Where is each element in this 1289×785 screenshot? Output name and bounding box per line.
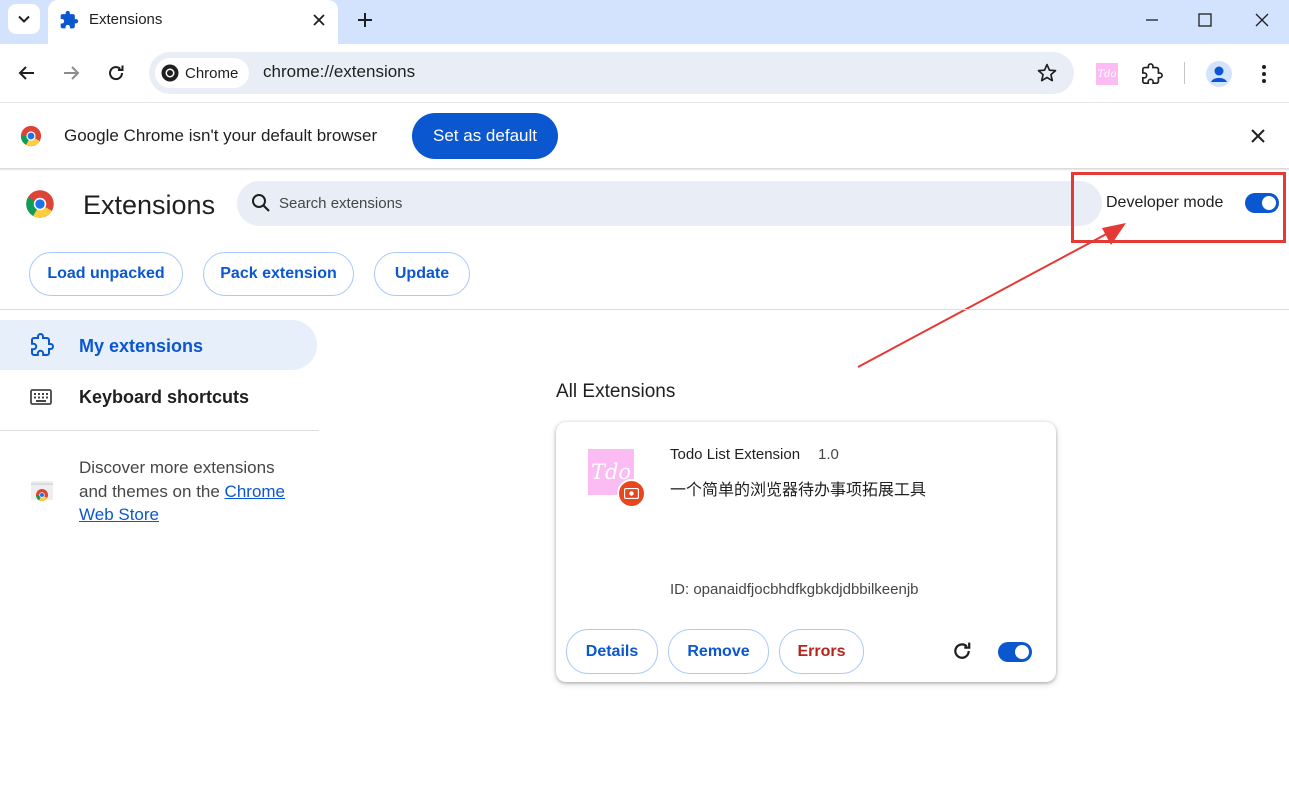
maximize-button[interactable] [1185,6,1225,34]
extension-card: Tdo Todo List Extension 1.0 一个简单的浏览器待办事项… [556,422,1056,682]
set-as-default-button[interactable]: Set as default [412,113,558,159]
tab-title: Extensions [89,11,163,28]
close-icon [1255,13,1269,27]
sidebar-divider [0,430,319,431]
chrome-logo-icon [25,189,55,219]
url-text[interactable]: chrome://extensions [263,62,415,82]
site-chip-label: Chrome [185,64,239,82]
web-store-icon [30,478,54,502]
keyboard-icon [30,389,52,405]
header-divider [0,309,1289,310]
puzzle-icon [1142,63,1163,84]
extension-name: Todo List Extension [670,446,801,463]
extension-description: 一个简单的浏览器待办事项拓展工具 [670,480,927,499]
forward-button[interactable] [56,58,86,88]
errors-button[interactable]: Errors [779,629,864,674]
discover-more-text: Discover more extensions and themes on t… [79,456,304,527]
infobar-shadow [0,168,1289,171]
close-icon[interactable] [1247,125,1269,147]
default-browser-infobar: Google Chrome isn't your default browser… [0,102,1289,168]
remove-button[interactable]: Remove [668,629,769,674]
sidebar-item-label: Keyboard shortcuts [79,387,250,407]
close-window-button[interactable] [1242,6,1282,34]
new-tab-button[interactable] [351,6,379,34]
reload-icon [109,65,124,81]
sidebar-item-label: My extensions [79,336,204,356]
maximize-icon [1198,13,1212,27]
section-title: All Extensions [556,381,676,402]
reload-button[interactable] [101,58,131,88]
puzzle-icon [59,10,79,30]
more-vert-icon [1262,65,1266,83]
site-info-chip[interactable]: Chrome [155,58,249,88]
search-icon [251,193,271,213]
infobar-message: Google Chrome isn't your default browser [64,126,378,145]
tab-strip: Extensions [0,0,1289,44]
extension-id: ID: opanaidfjocbhdfkgbkdjdbbilkeenjb [670,581,919,598]
minimize-button[interactable] [1132,6,1172,34]
close-tab-icon[interactable] [308,9,330,31]
extension-outline-icon [30,333,54,357]
chevron-down-icon [18,15,30,23]
menu-button[interactable] [1251,61,1277,87]
sidebar-item-my-extensions[interactable]: My extensions [0,320,317,370]
todo-extension-toolbar-icon[interactable]: Tdo [1094,61,1120,87]
extensions-menu-button[interactable] [1139,61,1165,87]
active-tab[interactable]: Extensions [48,0,338,44]
arrow-right-icon [64,66,80,80]
address-bar[interactable]: Chrome chrome://extensions [149,52,1074,94]
back-button[interactable] [12,58,42,88]
extension-version: 1.0 [818,446,839,463]
avatar-icon [1206,61,1232,87]
plus-icon [358,13,372,27]
arrow-left-icon [18,66,34,80]
extension-enable-toggle[interactable] [998,642,1032,662]
profile-button[interactable] [1206,61,1232,87]
toolbar: Chrome chrome://extensions Tdo [0,44,1289,102]
pack-extension-button[interactable]: Pack extension [203,252,354,296]
unpacked-badge-icon [617,479,646,508]
annotation-arrow [857,223,1126,368]
todo-extension-icon: Tdo [1096,63,1118,85]
tab-search-button[interactable] [8,4,40,34]
reload-icon[interactable] [952,641,972,661]
toggle-knob [1015,645,1029,659]
toolbar-separator [1184,62,1185,84]
sidebar-item-keyboard-shortcuts[interactable]: Keyboard shortcuts [0,372,317,422]
page-title: Extensions [83,190,216,220]
bookmark-star-icon[interactable] [1036,62,1058,84]
details-button[interactable]: Details [566,629,658,674]
minimize-icon [1146,19,1158,21]
update-button[interactable]: Update [374,252,470,296]
load-unpacked-button[interactable]: Load unpacked [29,252,183,296]
chrome-logo-icon [20,125,42,147]
chrome-logo-icon [161,64,179,82]
